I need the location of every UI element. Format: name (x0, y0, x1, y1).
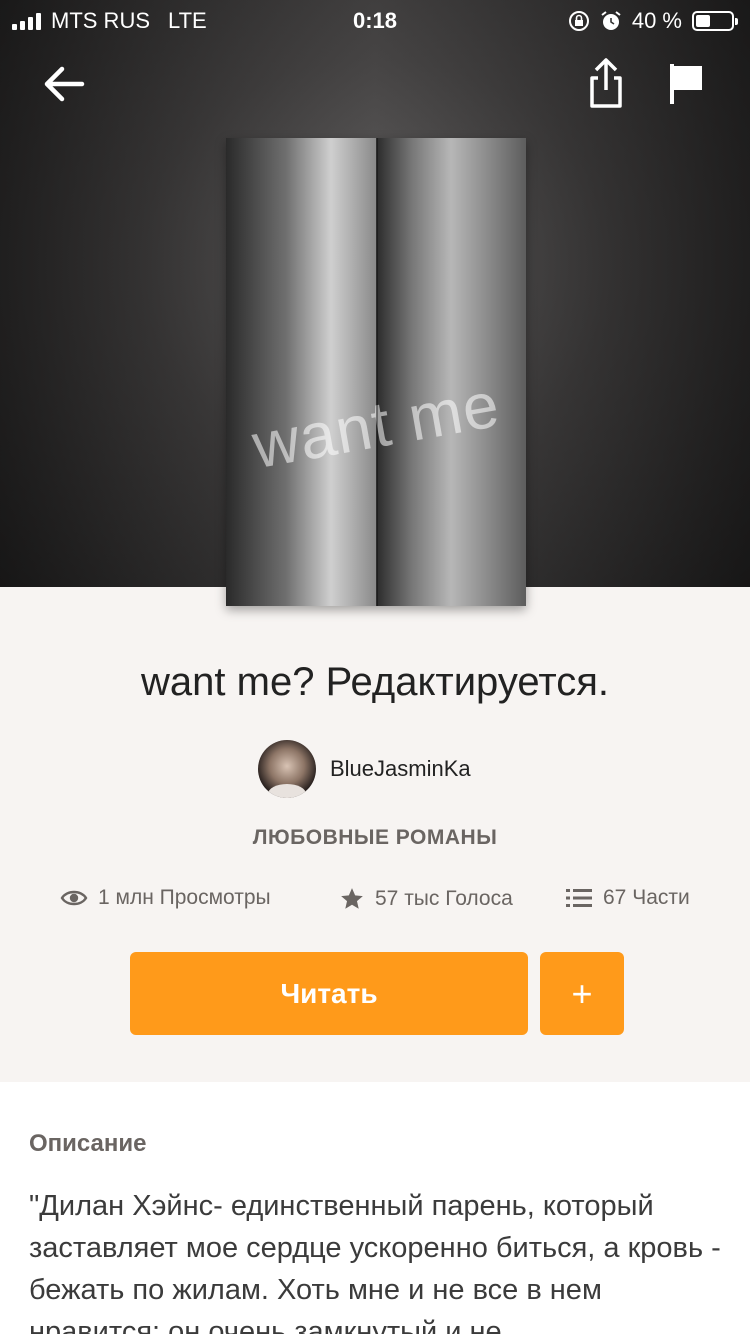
author-link[interactable]: BlueJasminKa (258, 740, 471, 798)
alarm-icon (601, 11, 621, 30)
genre-label[interactable]: ЛЮБОВНЫЕ РОМАНЫ (0, 826, 750, 850)
author-name: BlueJasminKa (330, 756, 471, 781)
eye-icon (60, 890, 88, 906)
star-icon (341, 888, 363, 909)
story-stats: 1 млн Просмотры 57 тыс Голоса 67 Части (0, 886, 750, 922)
votes-stat: 57 тыс Голоса (339, 886, 513, 912)
share-icon (590, 58, 622, 108)
share-button[interactable] (584, 56, 628, 112)
back-button[interactable] (40, 60, 88, 108)
plus-icon: + (571, 973, 593, 1014)
list-icon (566, 889, 592, 907)
cover-title: want me (247, 367, 505, 483)
read-button[interactable]: Читать (130, 952, 528, 1035)
description-text: "Дилан Хэйнс- единственный парень, котор… (29, 1190, 721, 1334)
parts-stat: 67 Части (565, 886, 690, 910)
votes-count: 57 тыс Голоса (375, 887, 513, 910)
parts-count: 67 Части (603, 886, 690, 909)
battery-percent: 40 % (631, 8, 682, 33)
description-heading: Описание (29, 1130, 147, 1157)
status-bar: MTS RUS LTE 0:18 40 % (0, 0, 750, 42)
views-count: 1 млн Просмотры (98, 886, 271, 909)
description-section: Описание "Дилан Хэйнс- единственный паре… (0, 1082, 750, 1334)
flag-icon (670, 64, 702, 104)
report-button[interactable] (666, 60, 706, 108)
avatar (258, 740, 316, 798)
arrow-left-icon (44, 66, 85, 102)
views-stat: 1 млн Просмотры (60, 886, 271, 910)
story-title: want me? Редактируется. (141, 660, 609, 704)
add-to-library-button[interactable]: + (540, 952, 624, 1035)
orientation-lock-icon (568, 11, 589, 31)
battery-icon (692, 11, 738, 31)
story-cover: want me (226, 138, 526, 606)
